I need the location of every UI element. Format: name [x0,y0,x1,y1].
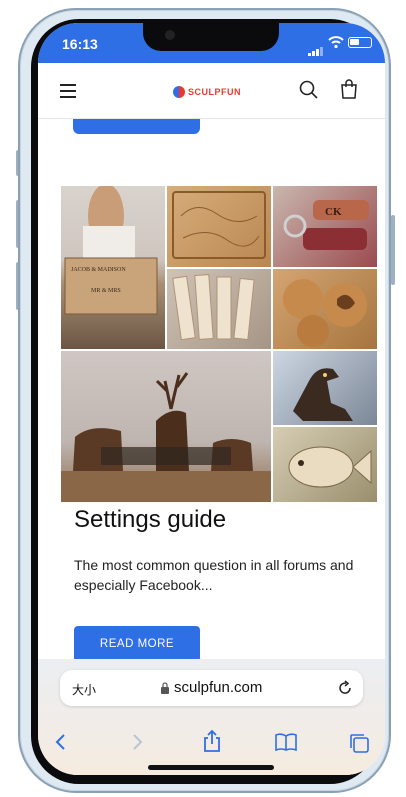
box-mrmrs-text: MR & MRS [91,288,121,294]
collage-tile-bookmarks [167,269,271,349]
post-excerpt: The most common question in all forums a… [74,557,354,593]
text-size-button[interactable]: 大小 [72,681,96,698]
phone-screen: 16:13 SCULPFUN JACOB & MADISON MR & MRS … [38,23,385,775]
front-camera [165,30,175,40]
brand-logo[interactable]: SCULPFUN [173,83,241,101]
post-title[interactable]: Settings guide [74,506,226,534]
collage-tile-coasters [273,269,377,349]
box-names-text: JACOB & MADISON [71,267,126,273]
collage-tile-fish [273,427,377,502]
address-bar[interactable]: 大小 sculpfun.com [60,670,363,706]
previous-read-more-button[interactable] [73,119,200,134]
status-time: 16:13 [62,36,98,52]
forward-icon[interactable] [130,732,144,752]
notch [143,23,279,51]
tabs-icon[interactable] [348,732,370,754]
post-image-collage[interactable]: JACOB & MADISON MR & MRS CK [61,186,377,502]
collage-tile-engraved-map [167,186,271,267]
url-text[interactable]: sculpfun.com [174,679,262,696]
back-icon[interactable] [54,732,68,752]
collage-tile-dinosaur [273,351,377,425]
reload-icon[interactable] [337,680,353,696]
collage-tile-wedding-box: JACOB & MADISON MR & MRS [61,186,165,349]
search-icon[interactable] [299,80,319,100]
battery-icon [348,37,372,48]
signal-icon [308,38,324,56]
keychain-initials-text: CK [325,206,342,218]
read-more-button[interactable]: READ MORE [74,626,200,662]
wifi-icon [328,36,344,49]
logo-text: SCULPFUN [188,87,241,97]
home-indicator [148,765,274,770]
site-header: SCULPFUN [38,63,385,119]
status-bar: 16:13 [38,23,385,63]
collage-tile-keychains: CK [273,186,377,267]
cart-icon[interactable] [340,79,358,99]
menu-icon[interactable] [60,84,76,98]
safari-bottom-bar: 大小 sculpfun.com [38,659,385,775]
bookmarks-icon[interactable] [274,732,298,752]
lock-icon [161,682,169,694]
share-icon[interactable] [202,729,222,753]
collage-tile-deer-carving [61,351,271,502]
power-button [391,215,395,285]
logo-mark [173,86,185,98]
